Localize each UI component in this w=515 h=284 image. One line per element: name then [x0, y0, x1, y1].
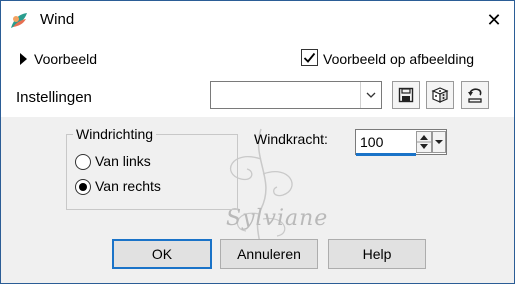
preview-row: Voorbeeld Voorbeeld op afbeelding — [1, 39, 514, 79]
reset-defaults-button[interactable] — [461, 81, 489, 109]
spin-up-down-arrows[interactable] — [416, 131, 432, 153]
radio-van-rechts-label[interactable]: Van rechts — [95, 178, 161, 194]
help-button[interactable]: Help — [328, 239, 426, 269]
wind-strength-spinbox[interactable]: 100 — [355, 129, 447, 156]
spin-arrows-icon — [417, 135, 431, 149]
dice-icon — [431, 87, 449, 103]
cancel-button[interactable]: Annuleren — [220, 239, 318, 269]
close-button[interactable]: ✕ — [481, 7, 507, 33]
wind-strength-label: Windkracht: — [254, 131, 328, 147]
preview-toggle-label[interactable]: Voorbeeld — [34, 51, 97, 67]
radio-van-rechts[interactable] — [75, 179, 91, 195]
presets-combobox[interactable] — [210, 81, 382, 109]
chevron-down-icon — [435, 140, 443, 144]
radio-van-links[interactable] — [75, 154, 91, 170]
checkmark-icon — [303, 52, 316, 63]
cancel-button-label: Annuleren — [237, 246, 301, 262]
wind-app-icon — [11, 13, 27, 28]
settings-row: Instellingen — [1, 79, 514, 117]
spin-focus-underline — [356, 153, 416, 156]
expand-triangle-icon[interactable] — [20, 53, 27, 65]
close-icon: ✕ — [486, 9, 502, 30]
preview-on-image-checkbox[interactable] — [301, 49, 318, 66]
wind-dialog: Wind ✕ Voorbeeld Voorbeeld op afbeelding… — [0, 0, 515, 284]
spin-dropdown[interactable] — [432, 131, 446, 153]
save-icon — [398, 87, 414, 103]
preview-on-image-label[interactable]: Voorbeeld op afbeelding — [323, 51, 474, 67]
randomize-button[interactable] — [426, 81, 454, 109]
watermark-text: Sylviane — [226, 206, 329, 231]
chevron-down-icon[interactable] — [360, 82, 381, 108]
help-button-label: Help — [362, 246, 392, 262]
ok-button[interactable]: OK — [112, 239, 212, 269]
window-title: Wind — [40, 11, 75, 28]
wind-strength-value[interactable]: 100 — [360, 134, 383, 150]
wind-direction-group — [66, 134, 238, 210]
reset-icon — [468, 88, 482, 103]
save-preset-button[interactable] — [392, 81, 420, 109]
title-bar: Wind ✕ — [1, 1, 514, 39]
ok-button-label: OK — [151, 246, 173, 262]
settings-label: Instellingen — [16, 89, 92, 106]
wind-direction-title: Windrichting — [73, 126, 157, 142]
radio-van-links-label[interactable]: Van links — [95, 153, 151, 169]
